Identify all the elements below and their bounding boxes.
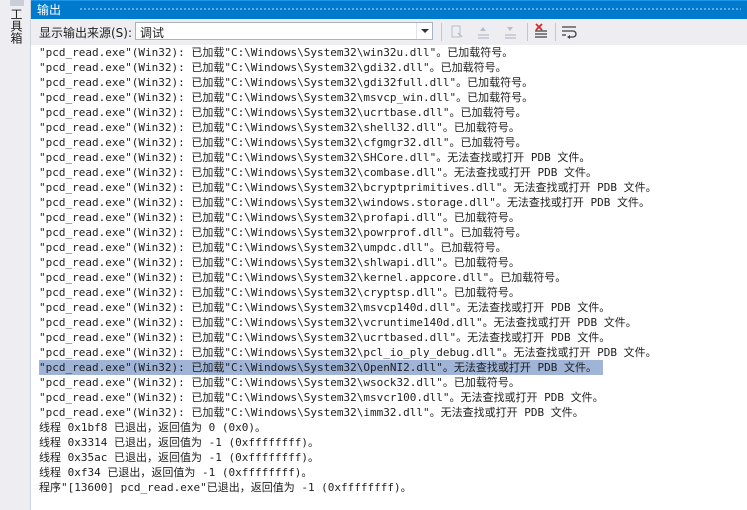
output-line-row: "pcd_read.exe"(Win32): 已加载"C:\Windows\Sy… (39, 315, 747, 330)
word-wrap-icon (562, 26, 577, 39)
output-line-row: "pcd_read.exe"(Win32): 已加载"C:\Windows\Sy… (39, 240, 747, 255)
output-line-row: "pcd_read.exe"(Win32): 已加载"C:\Windows\Sy… (39, 375, 747, 390)
output-line-row: "pcd_read.exe"(Win32): 已加载"C:\Windows\Sy… (39, 60, 747, 75)
side-panel-edge (10, 0, 24, 6)
output-line-row: "pcd_read.exe"(Win32): 已加载"C:\Windows\Sy… (39, 120, 747, 135)
side-panel-strip: 工具箱 (0, 0, 31, 510)
chevron-down-icon[interactable] (416, 23, 432, 39)
source-select[interactable]: 调试 (135, 22, 433, 40)
toolbar-separator (527, 23, 528, 41)
output-line[interactable]: "pcd_read.exe"(Win32): 已加载"C:\Windows\Sy… (39, 135, 747, 150)
output-line-row: "pcd_read.exe"(Win32): 已加载"C:\Windows\Sy… (39, 90, 747, 105)
source-label: 显示输出来源(S): (39, 26, 133, 40)
output-line[interactable]: "pcd_read.exe"(Win32): 已加载"C:\Windows\Sy… (39, 105, 747, 120)
toolbox-tab[interactable]: 工具箱 (9, 8, 23, 44)
output-line[interactable]: "pcd_read.exe"(Win32): 已加载"C:\Windows\Sy… (39, 195, 747, 210)
output-line-selected[interactable]: "pcd_read.exe"(Win32): 已加载"C:\Windows\Sy… (39, 360, 603, 375)
output-line[interactable]: 线程 0xf34 已退出，返回值为 -1 (0xffffffff)。 (39, 465, 747, 480)
output-line-row: "pcd_read.exe"(Win32): 已加载"C:\Windows\Sy… (39, 285, 747, 300)
output-line[interactable]: "pcd_read.exe"(Win32): 已加载"C:\Windows\Sy… (39, 240, 747, 255)
output-line[interactable]: 线程 0x3314 已退出，返回值为 -1 (0xffffffff)。 (39, 435, 747, 450)
toolbar-separator (441, 23, 442, 41)
output-line-row: "pcd_read.exe"(Win32): 已加载"C:\Windows\Sy… (39, 405, 747, 420)
output-line[interactable]: 线程 0x35ac 已退出，返回值为 -1 (0xffffffff)。 (39, 450, 747, 465)
output-line[interactable]: "pcd_read.exe"(Win32): 已加载"C:\Windows\Sy… (39, 255, 747, 270)
find-message-button[interactable] (447, 22, 467, 42)
output-line-row: "pcd_read.exe"(Win32): 已加载"C:\Windows\Sy… (39, 135, 747, 150)
output-line[interactable]: 线程 0x1bf8 已退出，返回值为 0 (0x0)。 (39, 420, 747, 435)
output-line[interactable]: 程序"[13600] pcd_read.exe"已退出，返回值为 -1 (0xf… (39, 480, 747, 495)
output-line-row: "pcd_read.exe"(Win32): 已加载"C:\Windows\Sy… (39, 330, 747, 345)
output-line-row: "pcd_read.exe"(Win32): 已加载"C:\Windows\Sy… (39, 270, 747, 285)
output-window: 输出 显示输出来源(S): 调试 "pcd_read.exe"(Win32): … (31, 0, 747, 510)
output-line[interactable]: "pcd_read.exe"(Win32): 已加载"C:\Windows\Sy… (39, 345, 747, 360)
output-line-row: "pcd_read.exe"(Win32): 已加载"C:\Windows\Sy… (39, 210, 747, 225)
clear-all-button[interactable] (531, 22, 551, 42)
output-line-row: "pcd_read.exe"(Win32): 已加载"C:\Windows\Sy… (39, 345, 747, 360)
output-line-row: "pcd_read.exe"(Win32): 已加载"C:\Windows\Sy… (39, 195, 747, 210)
output-line[interactable]: "pcd_read.exe"(Win32): 已加载"C:\Windows\Sy… (39, 285, 747, 300)
output-title: 输出 (37, 3, 62, 17)
output-line[interactable]: "pcd_read.exe"(Win32): 已加载"C:\Windows\Sy… (39, 390, 747, 405)
prev-message-button[interactable] (474, 22, 494, 42)
output-line[interactable]: "pcd_read.exe"(Win32): 已加载"C:\Windows\Sy… (39, 165, 747, 180)
output-line[interactable]: "pcd_read.exe"(Win32): 已加载"C:\Windows\Sy… (39, 315, 747, 330)
prev-message-icon (478, 27, 489, 39)
output-line[interactable]: "pcd_read.exe"(Win32): 已加载"C:\Windows\Sy… (39, 405, 747, 420)
clear-all-icon (535, 23, 547, 38)
title-bar-grip (79, 7, 741, 12)
output-line-row: "pcd_read.exe"(Win32): 已加载"C:\Windows\Sy… (39, 105, 747, 120)
output-line-row: "pcd_read.exe"(Win32): 已加载"C:\Windows\Sy… (39, 255, 747, 270)
output-text-area[interactable]: "pcd_read.exe"(Win32): 已加载"C:\Windows\Sy… (31, 45, 747, 510)
output-line-row: 线程 0x35ac 已退出，返回值为 -1 (0xffffffff)。 (39, 450, 747, 465)
output-line[interactable]: "pcd_read.exe"(Win32): 已加载"C:\Windows\Sy… (39, 300, 747, 315)
output-line[interactable]: "pcd_read.exe"(Win32): 已加载"C:\Windows\Sy… (39, 270, 747, 285)
output-line[interactable]: "pcd_read.exe"(Win32): 已加载"C:\Windows\Sy… (39, 330, 747, 345)
output-line-row: "pcd_read.exe"(Win32): 已加载"C:\Windows\Sy… (39, 300, 747, 315)
output-toolbar: 显示输出来源(S): 调试 (31, 19, 747, 46)
output-line[interactable]: "pcd_read.exe"(Win32): 已加载"C:\Windows\Sy… (39, 210, 747, 225)
output-line[interactable]: "pcd_read.exe"(Win32): 已加载"C:\Windows\Sy… (39, 60, 747, 75)
output-line-row: "pcd_read.exe"(Win32): 已加载"C:\Windows\Sy… (39, 225, 747, 240)
output-line-row: "pcd_read.exe"(Win32): 已加载"C:\Windows\Sy… (39, 390, 747, 405)
output-line-row: 线程 0xf34 已退出，返回值为 -1 (0xffffffff)。 (39, 465, 747, 480)
output-line-row: 程序"[13600] pcd_read.exe"已退出，返回值为 -1 (0xf… (39, 480, 747, 495)
output-line-row: "pcd_read.exe"(Win32): 已加载"C:\Windows\Sy… (39, 45, 747, 60)
output-line[interactable]: "pcd_read.exe"(Win32): 已加载"C:\Windows\Sy… (39, 375, 747, 390)
output-line-row: "pcd_read.exe"(Win32): 已加载"C:\Windows\Sy… (39, 75, 747, 90)
output-line-row: "pcd_read.exe"(Win32): 已加载"C:\Windows\Sy… (39, 180, 747, 195)
output-line-row: "pcd_read.exe"(Win32): 已加载"C:\Windows\Sy… (39, 360, 747, 375)
output-line-row: "pcd_read.exe"(Win32): 已加载"C:\Windows\Sy… (39, 150, 747, 165)
source-select-value: 调试 (140, 26, 165, 40)
output-line[interactable]: "pcd_read.exe"(Win32): 已加载"C:\Windows\Sy… (39, 90, 747, 105)
find-message-icon (451, 25, 463, 38)
output-line-row: 线程 0x1bf8 已退出，返回值为 0 (0x0)。 (39, 420, 747, 435)
next-message-button[interactable] (501, 22, 521, 42)
output-line-row: "pcd_read.exe"(Win32): 已加载"C:\Windows\Sy… (39, 165, 747, 180)
output-line[interactable]: "pcd_read.exe"(Win32): 已加载"C:\Windows\Sy… (39, 180, 747, 195)
word-wrap-toggle[interactable] (559, 22, 579, 42)
next-message-icon (505, 27, 516, 39)
output-line[interactable]: "pcd_read.exe"(Win32): 已加载"C:\Windows\Sy… (39, 150, 747, 165)
output-line[interactable]: "pcd_read.exe"(Win32): 已加载"C:\Windows\Sy… (39, 75, 747, 90)
output-line-row: 线程 0x3314 已退出，返回值为 -1 (0xffffffff)。 (39, 435, 747, 450)
output-title-bar[interactable]: 输出 (31, 0, 747, 19)
toolbar-separator (555, 23, 556, 41)
output-line[interactable]: "pcd_read.exe"(Win32): 已加载"C:\Windows\Sy… (39, 225, 747, 240)
output-line[interactable]: "pcd_read.exe"(Win32): 已加载"C:\Windows\Sy… (39, 45, 747, 60)
output-line[interactable]: "pcd_read.exe"(Win32): 已加载"C:\Windows\Sy… (39, 120, 747, 135)
